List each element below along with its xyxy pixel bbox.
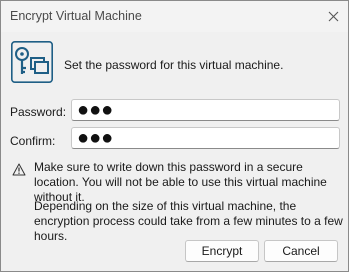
password-label: Password: bbox=[10, 105, 67, 119]
confirm-label: Confirm: bbox=[10, 134, 56, 148]
key-vm-icon bbox=[11, 41, 53, 83]
confirm-input[interactable]: ●●● bbox=[71, 127, 340, 149]
warning-icon bbox=[12, 163, 26, 176]
dialog-title: Encrypt Virtual Machine bbox=[10, 9, 142, 23]
intro-text: Set the password for this virtual machin… bbox=[64, 58, 284, 72]
title-bar[interactable]: Encrypt Virtual Machine bbox=[1, 1, 348, 32]
encrypt-vm-dialog: Encrypt Virtual Machine Set the password… bbox=[0, 0, 349, 272]
close-icon bbox=[328, 11, 338, 21]
info-text: Depending on the size of this virtual ma… bbox=[34, 199, 343, 243]
close-button[interactable] bbox=[319, 3, 347, 29]
password-input[interactable]: ●●● bbox=[71, 99, 340, 121]
cancel-button[interactable]: Cancel bbox=[264, 240, 338, 262]
encrypt-button[interactable]: Encrypt bbox=[185, 240, 259, 262]
